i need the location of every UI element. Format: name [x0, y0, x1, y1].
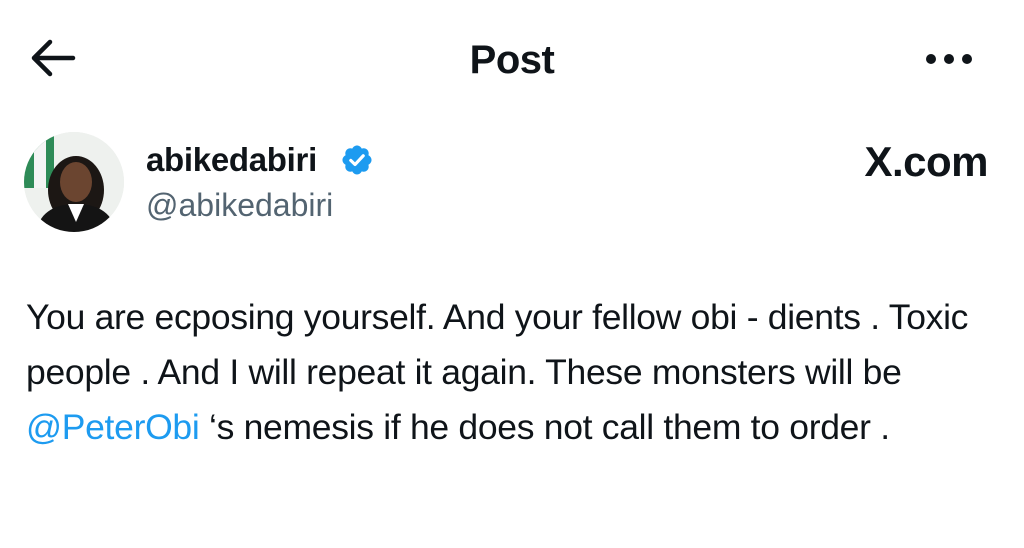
author-handle[interactable]: @abikedabiri: [146, 186, 333, 224]
verified-badge-icon: [342, 145, 372, 175]
post-text-part: ‘s nemesis if he does not call them to o…: [199, 407, 890, 447]
more-dot: [962, 54, 972, 64]
more-options-button[interactable]: [918, 46, 980, 72]
page-title: Post: [469, 38, 555, 82]
post-text-part: You are ecposing yourself. And your fell…: [26, 297, 969, 392]
x-brand-logo: X.com: [864, 138, 988, 185]
more-dot: [926, 54, 936, 64]
post-text: You are ecposing yourself. And your fell…: [26, 290, 1006, 455]
more-dot: [944, 54, 954, 64]
author-avatar[interactable]: [24, 132, 124, 232]
author-display-name[interactable]: abikedabiri: [146, 140, 317, 180]
post-header: Post: [0, 0, 1024, 120]
avatar-image: [24, 132, 124, 232]
mention-link[interactable]: @PeterObi: [26, 407, 200, 447]
